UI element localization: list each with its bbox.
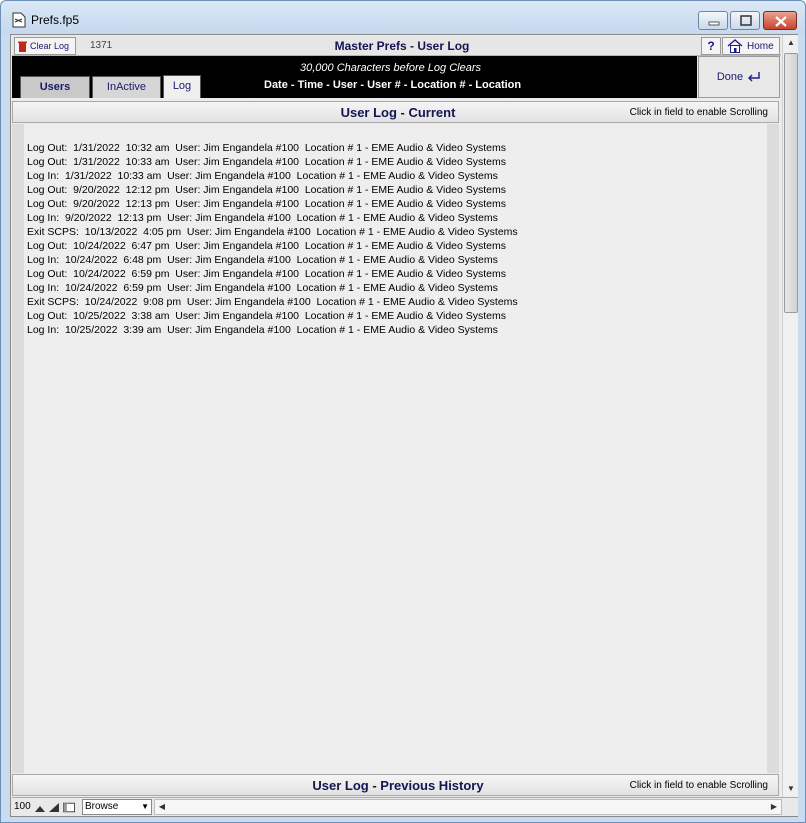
window-title: Prefs.fp5 (31, 13, 80, 27)
log-limit-note: 30,000 Characters before Log Clears (300, 62, 481, 74)
clear-log-button[interactable]: Clear Log (14, 37, 76, 55)
chevron-down-icon: ▼ (141, 802, 149, 811)
log-entry: Log Out: 9/20/2022 12:13 pm User: Jim En… (27, 198, 507, 210)
title-bar: Prefs.fp5 (1, 1, 805, 34)
tab-log[interactable]: Log (163, 75, 201, 98)
log-entry: Log In: 1/31/2022 10:33 am User: Jim Eng… (27, 170, 498, 182)
layout-area: Clear Log 1371 Master Prefs - User Log ?… (10, 34, 798, 817)
header-band: 30,000 Characters before Log Clears Date… (12, 56, 697, 98)
current-log-title: User Log - Current (340, 105, 456, 120)
history-log-header: User Log - Previous History Click in fie… (12, 774, 779, 796)
arrow-down-icon[interactable]: ▼ (783, 781, 799, 797)
log-entry: Log Out: 10/24/2022 6:47 pm User: Jim En… (27, 240, 507, 252)
clear-log-label: Clear Log (30, 41, 70, 51)
home-button[interactable]: Home (722, 37, 780, 55)
history-log-title: User Log - Previous History (312, 778, 484, 793)
tab-inactive[interactable]: InActive (92, 76, 161, 98)
status-bar: 100 Browse ▼ ◀ ▶ (12, 797, 798, 816)
current-log-header: User Log - Current Click in field to ena… (12, 101, 779, 123)
log-entry: Log In: 10/24/2022 6:48 pm User: Jim Eng… (27, 254, 498, 266)
log-entry: Log In: 9/20/2022 12:13 pm User: Jim Eng… (27, 212, 498, 224)
zoom-out-icon[interactable] (34, 802, 46, 813)
log-entry: Log Out: 10/24/2022 6:59 pm User: Jim En… (27, 268, 507, 280)
arrow-left-icon[interactable]: ◀ (155, 800, 169, 814)
log-entry: Log Out: 1/31/2022 10:32 am User: Jim En… (27, 142, 507, 154)
zoom-level[interactable]: 100 (14, 801, 31, 812)
arrow-up-icon[interactable]: ▲ (783, 35, 799, 51)
log-entry: Log In: 10/24/2022 6:59 pm User: Jim Eng… (27, 282, 498, 294)
mode-select[interactable]: Browse ▼ (82, 799, 152, 815)
top-toolbar: Clear Log 1371 Master Prefs - User Log ?… (12, 36, 781, 56)
document-icon (12, 12, 26, 28)
minimize-icon (708, 21, 720, 26)
status-toggle-icon[interactable] (63, 802, 75, 813)
vertical-scrollbar[interactable]: ▲ ▼ (782, 35, 798, 797)
log-entry: Log Out: 10/25/2022 3:38 am User: Jim En… (27, 310, 507, 322)
tab-users[interactable]: Users (20, 76, 90, 98)
trash-icon (18, 41, 27, 52)
maximize-icon (740, 15, 752, 26)
done-return-icon (748, 72, 760, 82)
help-button[interactable]: ? (701, 37, 721, 55)
done-button[interactable]: Done (698, 56, 780, 98)
log-entry: Log Out: 1/31/2022 10:33 am User: Jim En… (27, 156, 507, 168)
page-title: Master Prefs - User Log (334, 39, 470, 53)
log-entry: Log Out: 9/20/2022 12:12 pm User: Jim En… (27, 184, 507, 196)
horizontal-scrollbar[interactable]: ◀ ▶ (154, 799, 782, 815)
done-label: Done (716, 71, 744, 83)
log-lines: Log Out: 1/31/2022 10:32 am User: Jim En… (27, 141, 518, 337)
home-label: Home (747, 40, 774, 52)
log-entry: Exit SCPS: 10/13/2022 4:05 pm User: Jim … (27, 226, 518, 238)
current-log-field[interactable]: Log Out: 1/31/2022 10:32 am User: Jim En… (12, 124, 779, 773)
maximize-button[interactable] (730, 11, 760, 30)
minimize-button[interactable] (698, 11, 728, 30)
record-count: 1371 (90, 40, 113, 51)
column-legend: Date - Time - User - User # - Location #… (264, 79, 522, 91)
history-log-hint: Click in field to enable Scrolling (629, 780, 768, 791)
close-icon (775, 16, 787, 27)
app-window: Prefs.fp5 Clear Log 1371 Master Prefs - … (0, 0, 806, 823)
log-entry: Exit SCPS: 10/24/2022 9:08 pm User: Jim … (27, 296, 518, 308)
scroll-thumb[interactable] (784, 53, 798, 313)
mode-value: Browse (85, 801, 119, 812)
arrow-right-icon[interactable]: ▶ (767, 800, 781, 814)
home-icon (727, 39, 743, 53)
log-entry: Log In: 10/25/2022 3:39 am User: Jim Eng… (27, 324, 498, 336)
current-log-hint: Click in field to enable Scrolling (629, 107, 768, 118)
zoom-in-icon[interactable] (48, 802, 60, 813)
close-button[interactable] (763, 11, 797, 30)
